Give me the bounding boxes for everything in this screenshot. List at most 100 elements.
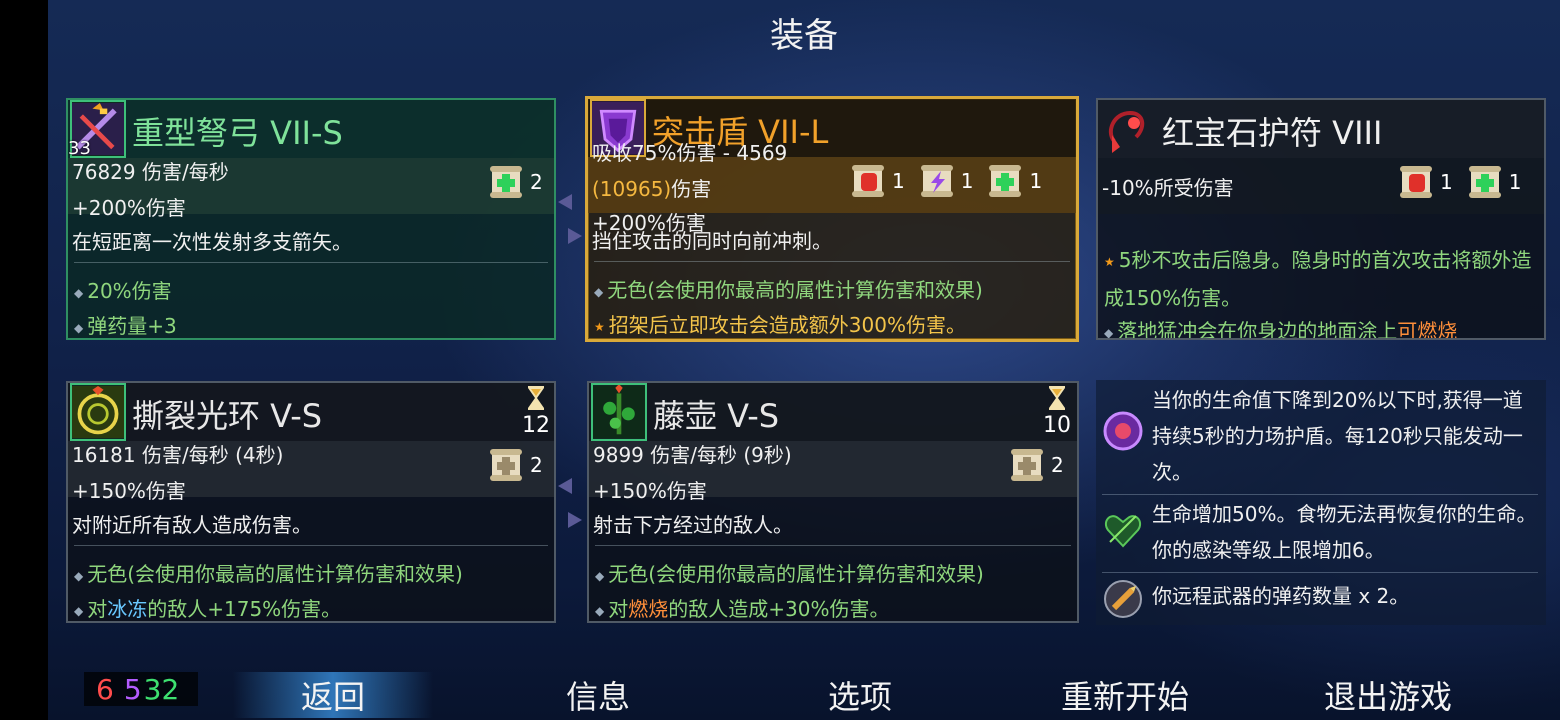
- weapon-bonus: +200%伤害: [72, 196, 186, 220]
- bullet-icon: ◆: [1104, 325, 1114, 340]
- colorless-scroll-icon: [490, 449, 522, 481]
- left-black-bar: [0, 0, 48, 720]
- bottom-menu-bar: 6 5 32 返回 信息 选项 重新开始 退出游戏: [48, 662, 1560, 720]
- legendary-star-icon: ★: [594, 319, 605, 334]
- scroll-count: 2: [488, 445, 543, 485]
- divider: [1102, 572, 1538, 573]
- back-button[interactable]: 返回: [233, 672, 433, 718]
- bullet-icon: ◆: [595, 603, 605, 618]
- skill-bonus: +150%伤害: [593, 479, 707, 503]
- scroll-counts: 1 1: [1398, 162, 1521, 202]
- restart-button[interactable]: 重新开始: [1025, 672, 1225, 718]
- quit-game-button[interactable]: 退出游戏: [1288, 672, 1488, 718]
- health-scroll-icon: [1468, 166, 1501, 198]
- bullet-icon: ◆: [74, 603, 84, 618]
- skill-dps: 16181 伤害/每秒 (4秒): [72, 443, 284, 467]
- weapon-card-assault-shield[interactable]: 突击盾 VII-L 吸收75%伤害 - 4569 (10965)伤害 +200%…: [585, 96, 1079, 342]
- scroll-counts: 1 1 1: [850, 161, 1042, 201]
- affix-line: ◆ 无色(会使用你最高的属性计算伤害和效果): [594, 278, 983, 302]
- brutality-scroll-icon: [1400, 166, 1432, 198]
- weapon-dps: 76829 伤害/每秒: [72, 160, 229, 184]
- affix-line: ◆ 对冰冻的敌人+175%伤害。: [74, 597, 342, 621]
- weapon-name: 重型弩弓 VII-S: [132, 114, 343, 152]
- scroll-count: 1: [1467, 162, 1521, 202]
- skill-bonus: +150%伤害: [72, 479, 186, 503]
- divider: [594, 261, 1070, 262]
- skill-name: 撕裂光环 V-S: [132, 397, 323, 435]
- swap-arrows[interactable]: [556, 194, 586, 262]
- brutality-scroll-icon: [852, 165, 884, 197]
- scroll-count: 2: [1009, 445, 1064, 485]
- cooldown-value: 12: [522, 413, 550, 438]
- health-scroll-icon: [490, 166, 522, 198]
- bullet-icon: ◆: [74, 285, 84, 300]
- scroll-count: 1: [987, 161, 1042, 201]
- stat-counters: 6 5 32: [84, 672, 198, 706]
- skill-dps: 9899 伤害/每秒 (9秒): [593, 443, 792, 467]
- swap-left-arrow-icon: [558, 194, 572, 210]
- health-scroll-icon: [989, 165, 1022, 197]
- bullet-icon: ◆: [74, 568, 84, 583]
- weapon-card-heavy-crossbow[interactable]: 33 重型弩弓 VII-S 76829 伤害/每秒 +200%伤害 2 在短距离…: [66, 98, 556, 340]
- legendary-star-icon: ★: [1104, 254, 1115, 269]
- skill-description: 对附近所有敌人造成伤害。: [72, 513, 312, 537]
- skill-description: 射击下方经过的敌人。: [593, 513, 793, 537]
- affix-line: ◆ 无色(会使用你最高的属性计算伤害和效果): [74, 562, 463, 586]
- skill-card-tornado-aura[interactable]: 撕裂光环 V-S 12 16181 伤害/每秒 (4秒) +150%伤害 2 对…: [66, 381, 556, 623]
- bullet-icon: ◆: [594, 284, 604, 299]
- legendary-affix-line: ★ 5秒不攻击后隐身。隐身时的首次攻击将额外造成150%伤害。: [1104, 248, 1532, 310]
- mutation-item[interactable]: 你远程武器的弹药数量 x 2。: [1102, 578, 1538, 622]
- bullet-icon: ◆: [595, 568, 605, 583]
- mutation-text: 你远程武器的弹药数量 x 2。: [1152, 584, 1410, 608]
- affix-line: ◆ 落地猛冲会在你身边的地面涂上可燃烧: [1104, 319, 1458, 340]
- amulet-card-ruby[interactable]: 红宝石护符 VIII -10%所受伤害 1 1 ★ 5秒不攻击后隐身。隐身时的首…: [1096, 98, 1546, 340]
- scroll-counts: 2: [488, 445, 543, 485]
- colorless-scroll-icon: [1011, 449, 1043, 481]
- swap-right-arrow-icon: [568, 228, 582, 244]
- weapon-description: 挡住攻击的同时向前冲刺。: [592, 229, 832, 253]
- skill-card-barnacle[interactable]: 藤壶 V-S 10 9899 伤害/每秒 (9秒) +150%伤害 2 射击下方…: [587, 381, 1079, 623]
- force-shield-icon: [1103, 411, 1143, 451]
- swap-left-arrow-icon: [558, 478, 572, 494]
- affix-line: ◆ 对燃烧的敌人造成+30%伤害。: [595, 597, 890, 621]
- ammo-icon: [1104, 580, 1142, 618]
- amulet-name: 红宝石护符 VIII: [1162, 114, 1383, 152]
- page-title: 装备: [770, 16, 838, 56]
- equipment-screen: 装备 33 重型弩弓 VII-S 76829 伤害/每秒 +200%伤害 2 在…: [48, 0, 1560, 720]
- hourglass-icon: [1049, 386, 1065, 410]
- shield-damage: (10965)伤害: [592, 177, 712, 201]
- barnacle-icon: [591, 383, 647, 441]
- scroll-count: 1: [850, 161, 905, 201]
- affix-line: ◆ 无色(会使用你最高的属性计算伤害和效果): [595, 562, 984, 586]
- tornado-aura-icon: [70, 383, 126, 441]
- weapon-description: 在短距离一次性发射多支箭矢。: [72, 230, 352, 254]
- cooldown-timer: 12: [518, 385, 554, 438]
- vine-heart-icon: [1104, 515, 1142, 548]
- survival-count: 32: [143, 672, 180, 706]
- options-button[interactable]: 选项: [760, 672, 960, 718]
- scroll-counts: 2: [488, 162, 543, 202]
- skill-name: 藤壶 V-S: [653, 397, 780, 435]
- cooldown-timer: 10: [1039, 385, 1075, 438]
- scroll-count-value: 2: [530, 170, 543, 194]
- divider: [1102, 494, 1538, 495]
- cooldown-value: 10: [1043, 413, 1071, 438]
- affix-line: ◆ 弹药量+3: [74, 314, 177, 338]
- legendary-affix-line: ★ 招架后立即攻击会造成额外300%伤害。: [594, 313, 966, 337]
- divider: [74, 545, 548, 546]
- brutality-count: 6: [96, 672, 114, 706]
- mutation-item[interactable]: 当你的生命值下降到20%以下时,获得一道持续5秒的力场护盾。每120秒只能发动一…: [1102, 382, 1538, 492]
- info-button[interactable]: 信息: [498, 672, 698, 718]
- mutations-panel: 当你的生命值下降到20%以下时,获得一道持续5秒的力场护盾。每120秒只能发动一…: [1096, 380, 1546, 625]
- swap-right-arrow-icon: [568, 512, 582, 528]
- amulet-stat: -10%所受伤害: [1102, 176, 1234, 200]
- scroll-count: 2: [488, 162, 543, 202]
- mutation-item[interactable]: 生命增加50%。食物无法再恢复你的生命。你的感染等级上限增加6。: [1102, 496, 1538, 568]
- tactics-scroll-icon: [920, 165, 953, 197]
- mutation-text: 生命增加50%。食物无法再恢复你的生命。你的感染等级上限增加6。: [1152, 502, 1537, 562]
- tactics-count: 5: [123, 672, 142, 706]
- ruby-amulet-icon: [1100, 100, 1156, 158]
- swap-arrows[interactable]: [556, 478, 586, 546]
- divider: [74, 262, 548, 263]
- divider: [595, 545, 1071, 546]
